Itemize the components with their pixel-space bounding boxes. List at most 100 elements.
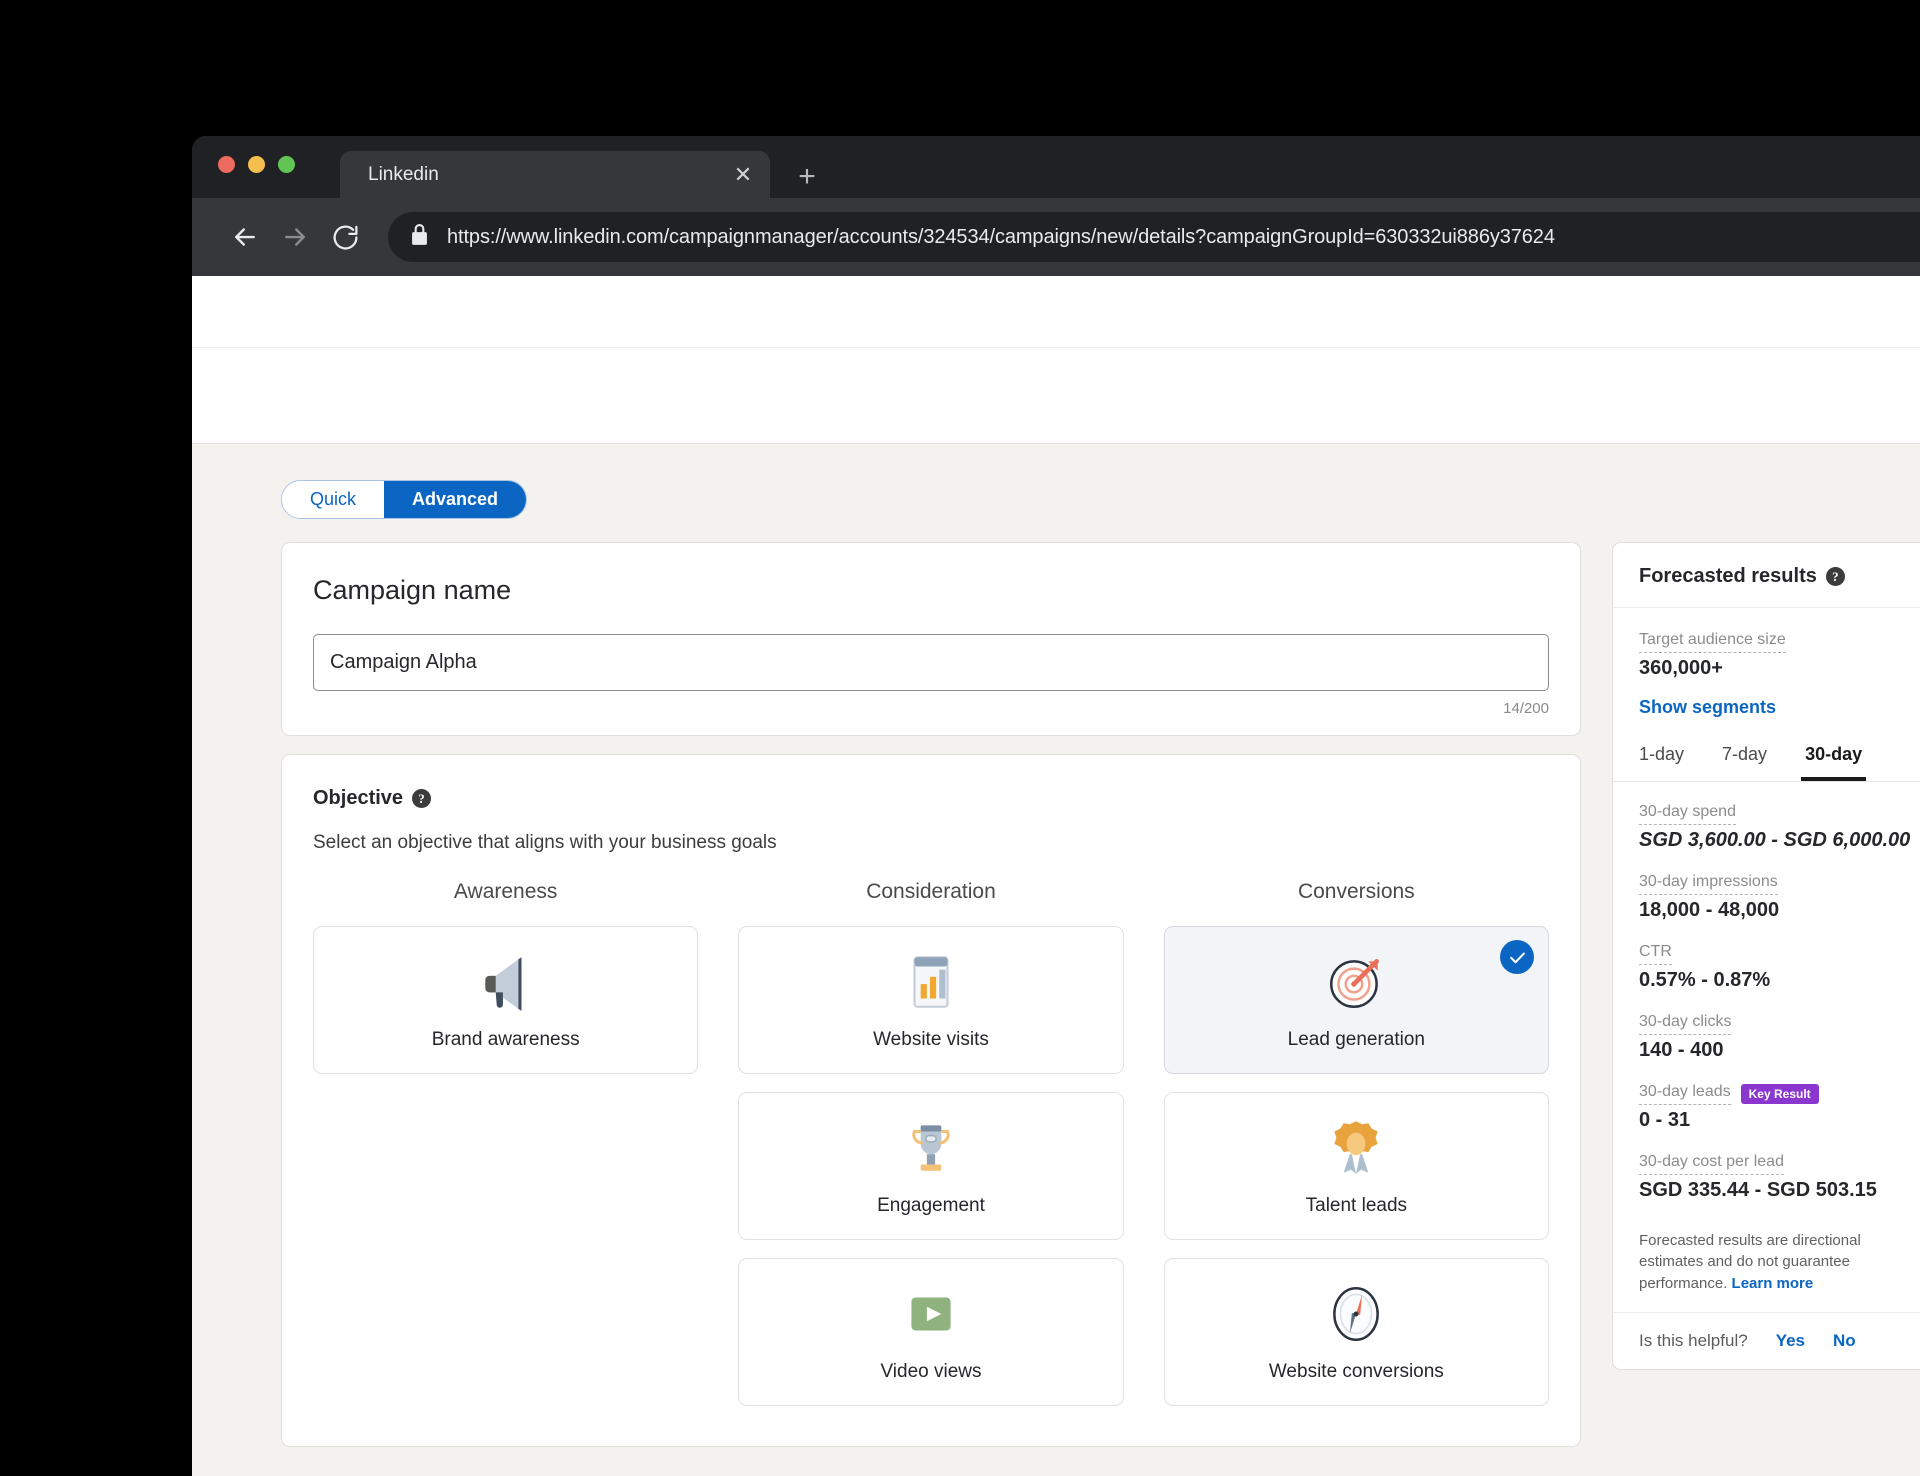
megaphone-icon	[473, 949, 539, 1015]
helpful-question-label: Is this helpful?	[1639, 1330, 1748, 1350]
learn-more-link[interactable]: Learn more	[1732, 1275, 1814, 1292]
objective-title-row: Objective ?	[313, 787, 1549, 810]
helpful-yes-button[interactable]: Yes	[1776, 1331, 1805, 1351]
show-segments-link[interactable]: Show segments	[1639, 697, 1915, 718]
campaign-name-char-counter: 14/200	[1503, 700, 1549, 717]
objective-option-label: Talent leads	[1305, 1195, 1408, 1216]
forecast-metric-value: SGD 3,600.00 - SGD 6,000.00	[1639, 829, 1911, 851]
close-icon[interactable]: ✕	[730, 162, 756, 188]
arrow-right-icon[interactable]	[270, 212, 320, 262]
mode-tab-advanced[interactable]: Advanced	[384, 481, 527, 518]
lock-icon	[410, 223, 429, 251]
forecast-metric-value: 18,000 - 48,000	[1639, 899, 1780, 921]
forecast-metric-label: 30-day spend	[1639, 802, 1736, 825]
objective-columns: Awareness Brand awareness Consideration Web…	[313, 880, 1549, 1406]
objective-option-label: Video views	[880, 1361, 982, 1382]
mode-tab-quick[interactable]: Quick	[282, 481, 385, 518]
forecast-metric: 30-day cost per lead SGD 335.44 - SGD 503…	[1639, 1152, 1915, 1202]
forecasted-results-panel: Forecasted results ? Target audience siz…	[1612, 542, 1920, 1370]
objective-card-list: Website visits Engagement Video views	[738, 926, 1124, 1406]
objective-column-awareness: Awareness Brand awareness	[313, 880, 699, 1406]
forecast-tab-1-day[interactable]: 1-day	[1635, 738, 1688, 781]
question-mark-icon[interactable]: ?	[412, 789, 432, 808]
objective-subtitle: Select an objective that aligns with you…	[313, 832, 777, 853]
mode-toggle: Quick Advanced	[281, 480, 528, 519]
forecast-metric-label-row: 30-day leads Key Result	[1639, 1082, 1915, 1105]
window-traffic-lights	[218, 156, 295, 173]
objective-option-label: Engagement	[877, 1195, 985, 1216]
forecast-metric-value: 0 - 31	[1639, 1109, 1691, 1131]
campaign-name-label: Campaign name	[313, 575, 512, 605]
target-audience-label: Target audience size	[1639, 630, 1786, 653]
forecast-metric-label: 30-day leads	[1639, 1082, 1731, 1105]
forecast-metric: 30-day leads Key Result 0 - 31	[1639, 1082, 1915, 1132]
objective-option-label: Lead generation	[1287, 1029, 1425, 1050]
forecast-tab-7-day[interactable]: 7-day	[1718, 738, 1771, 781]
linkedin-global-nav	[192, 276, 1920, 348]
forecast-metric-label-row: 30-day spend	[1639, 802, 1915, 825]
objective-column-consideration: Consideration Website visits Engagement Vid…	[738, 880, 1124, 1406]
forecast-metric-value: 0.57% - 0.87%	[1639, 969, 1771, 991]
objective-card-list: Lead generation Talent leads Website conve…	[1163, 926, 1549, 1406]
objective-option-website-conversions[interactable]: Website conversions	[1163, 1258, 1549, 1406]
forecast-metric-label: 30-day impressions	[1639, 872, 1778, 895]
forecast-metric-label-row: CTR	[1639, 942, 1915, 965]
forecast-range-tabs: 1-day 7-day 30-day	[1613, 738, 1920, 782]
objective-option-website-visits[interactable]: Website visits	[738, 926, 1124, 1074]
forecast-disclaimer: Forecasted results are directional estim…	[1613, 1226, 1920, 1313]
page-body: Quick Advanced Campaign name 14/200 Obje…	[192, 444, 1920, 1447]
maximize-window-button[interactable]	[278, 156, 295, 173]
objective-column-heading: Conversions	[1297, 880, 1415, 903]
trophy-icon	[898, 1115, 964, 1181]
plus-icon[interactable]: +	[790, 160, 824, 194]
objective-option-talent-leads[interactable]: Talent leads	[1163, 1092, 1549, 1240]
forecast-metric: 30-day spend SGD 3,600.00 - SGD 6,000.00	[1639, 802, 1915, 852]
forecast-metric-value: SGD 335.44 - SGD 503.15	[1639, 1179, 1877, 1201]
forecast-metric-label: 30-day cost per lead	[1639, 1152, 1784, 1175]
browser-tab-title: Linkedin	[368, 163, 439, 185]
browser-tab-strip: Linkedin ✕ +	[192, 136, 1920, 198]
helpful-no-button[interactable]: No	[1833, 1331, 1856, 1351]
address-bar[interactable]: https://www.linkedin.com/campaignmanager…	[388, 212, 1920, 262]
forecast-metric: CTR 0.57% - 0.87%	[1639, 942, 1915, 992]
objective-column-conversions: Conversions Lead generation Talent leads We…	[1163, 880, 1549, 1406]
award-ribbon-icon	[1323, 1115, 1389, 1181]
compass-icon	[1323, 1281, 1389, 1347]
forecast-metric-value: 140 - 400	[1639, 1039, 1724, 1061]
key-result-badge: Key Result	[1740, 1083, 1819, 1104]
target-audience-block: Target audience size 360,000+	[1613, 608, 1920, 680]
reload-icon[interactable]	[320, 212, 370, 262]
target-audience-value: 360,000+	[1639, 657, 1723, 679]
target-dart-icon	[1323, 949, 1389, 1015]
objective-column-heading: Awareness	[453, 880, 558, 903]
forecast-metric: 30-day clicks 140 - 400	[1639, 1012, 1915, 1062]
objective-option-brand-awareness[interactable]: Brand awareness	[313, 926, 699, 1074]
forecast-metric-label-row: 30-day cost per lead	[1639, 1152, 1915, 1175]
forecast-panel-header: Forecasted results ?	[1613, 543, 1920, 608]
forecast-metric-label-row: 30-day impressions	[1639, 872, 1915, 895]
forecast-metric-label-row: 30-day clicks	[1639, 1012, 1915, 1035]
forecast-metric-label: 30-day clicks	[1639, 1012, 1732, 1035]
forecast-metric: 30-day impressions 18,000 - 48,000	[1639, 872, 1915, 922]
forecast-panel-title: Forecasted results	[1639, 565, 1817, 587]
forecast-metrics-list: 30-day spend SGD 3,600.00 - SGD 6,000.00 3…	[1613, 782, 1920, 1226]
bar-chart-window-icon	[898, 949, 964, 1015]
campaign-name-input[interactable]	[313, 634, 1549, 691]
check-circle-icon	[1500, 940, 1534, 974]
browser-tab[interactable]: Linkedin ✕	[340, 151, 770, 198]
arrow-left-icon[interactable]	[220, 212, 270, 262]
main-column: Campaign name 14/200 Objective ? Select …	[281, 542, 1581, 1465]
page-viewport: Quick Advanced Campaign name 14/200 Obje…	[192, 276, 1920, 1476]
campaign-manager-subheader	[192, 348, 1920, 444]
video-play-icon	[898, 1281, 964, 1347]
forecast-tab-30-day[interactable]: 30-day	[1801, 738, 1867, 781]
question-mark-icon[interactable]: ?	[1825, 567, 1845, 586]
minimize-window-button[interactable]	[248, 156, 265, 173]
objective-option-label: Website conversions	[1268, 1361, 1444, 1382]
objective-option-lead-generation[interactable]: Lead generation	[1163, 926, 1549, 1074]
objective-option-engagement[interactable]: Engagement	[738, 1092, 1124, 1240]
close-window-button[interactable]	[218, 156, 235, 173]
objective-column-heading: Consideration	[866, 880, 996, 903]
objective-option-video-views[interactable]: Video views	[738, 1258, 1124, 1406]
browser-window: Linkedin ✕ + https://www.linkedin.com/ca…	[192, 136, 1920, 1476]
